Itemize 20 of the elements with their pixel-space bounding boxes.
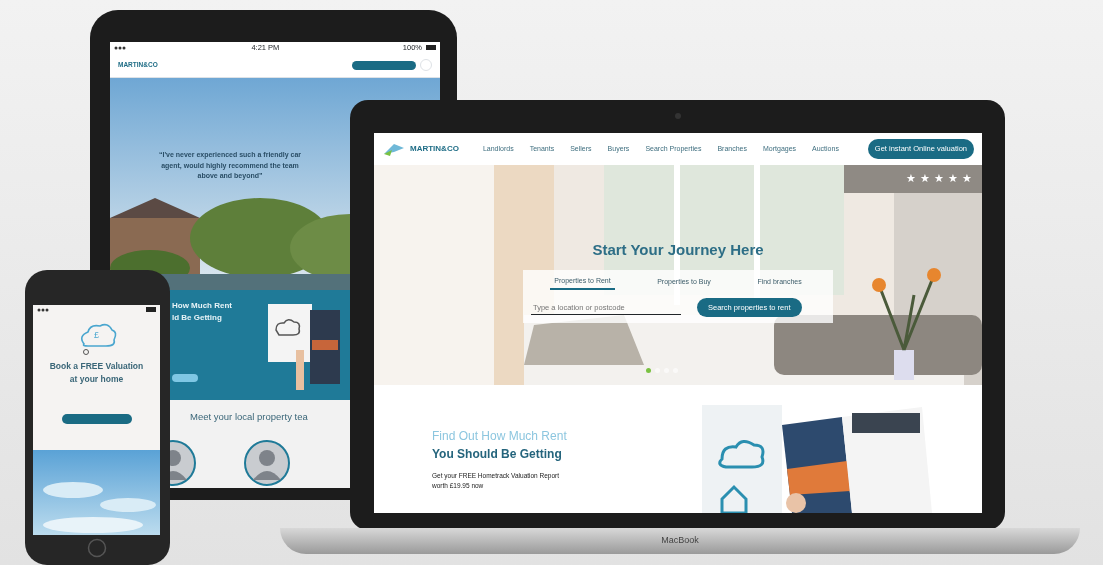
battery-icon	[146, 307, 156, 312]
learn-more-button[interactable]	[172, 374, 198, 382]
promo-heading: ld Be Getting	[172, 312, 223, 324]
valuation-heading: Book a FREE Valuation	[49, 360, 144, 373]
promo-heading: How Much Rent	[172, 300, 233, 312]
signal-icon	[114, 45, 128, 50]
carousel-dot[interactable]	[646, 368, 651, 373]
promo-heading: Find Out How Much Rent	[432, 428, 568, 445]
valuation-heading: at your home	[69, 372, 124, 386]
cloud-icon: £	[75, 322, 118, 356]
team-heading: Meet your local property tea	[190, 410, 309, 424]
find-out-button[interactable]	[61, 413, 132, 424]
hero-title: Start Your Journey Here	[592, 240, 764, 260]
device-label: MacBook	[661, 534, 699, 547]
avatar	[244, 440, 290, 487]
valuation-button[interactable]	[352, 60, 416, 70]
promo-heading: You Should Be Getting	[432, 446, 563, 463]
star-rating: ★ ★ ★ ★ ★	[906, 173, 972, 184]
signal-icon	[37, 307, 49, 312]
battery-icon	[426, 45, 436, 50]
